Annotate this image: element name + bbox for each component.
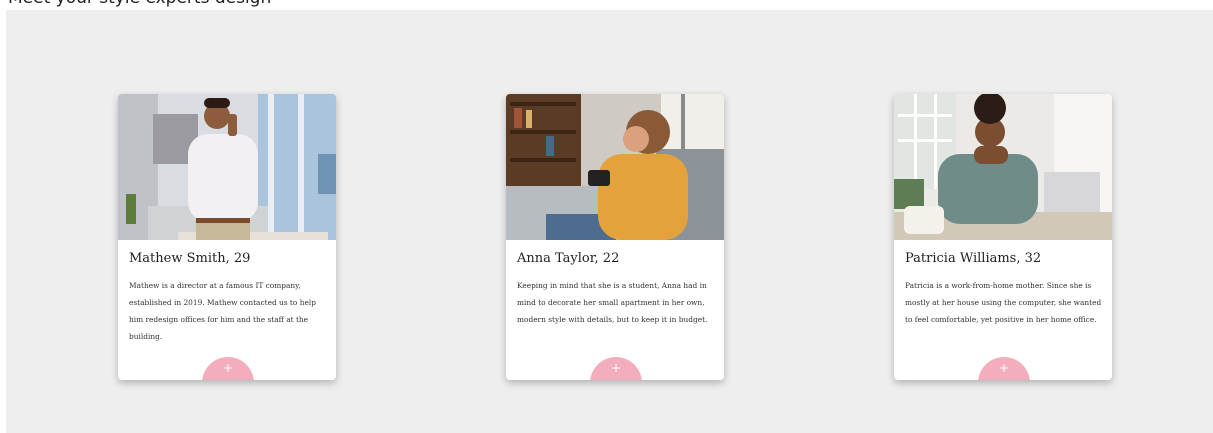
card-name: Anna Taylor, 22 [517,251,620,266]
header-text: Meet your style experts design [8,0,271,8]
top-cut-header: Meet your style experts design [0,0,1213,10]
testimonials-section: Mathew Smith, 29 Mathew is a director at… [6,10,1213,433]
woman-with-phone-photo [506,94,724,240]
add-button[interactable]: + [590,357,642,380]
add-button[interactable]: + [202,357,254,380]
plus-icon: + [222,361,234,375]
profile-card-mathew: Mathew Smith, 29 Mathew is a director at… [118,94,336,380]
card-description: Keeping in mind that she is a student, A… [517,281,708,324]
card-name: Mathew Smith, 29 [129,251,251,266]
add-button[interactable]: + [978,357,1030,380]
card-description: Mathew is a director at a famous IT comp… [129,281,316,341]
card-description: Patricia is a work-from-home mother. Sin… [905,281,1102,324]
plus-icon: + [610,361,622,375]
plus-icon: + [998,361,1010,375]
man-on-phone-photo [118,94,336,240]
profile-card-anna: Anna Taylor, 22 Keeping in mind that she… [506,94,724,380]
profile-card-patricia: Patricia Williams, 32 Patricia is a work… [894,94,1112,380]
card-name: Patricia Williams, 32 [905,251,1042,266]
woman-at-laptop-photo [894,94,1112,240]
